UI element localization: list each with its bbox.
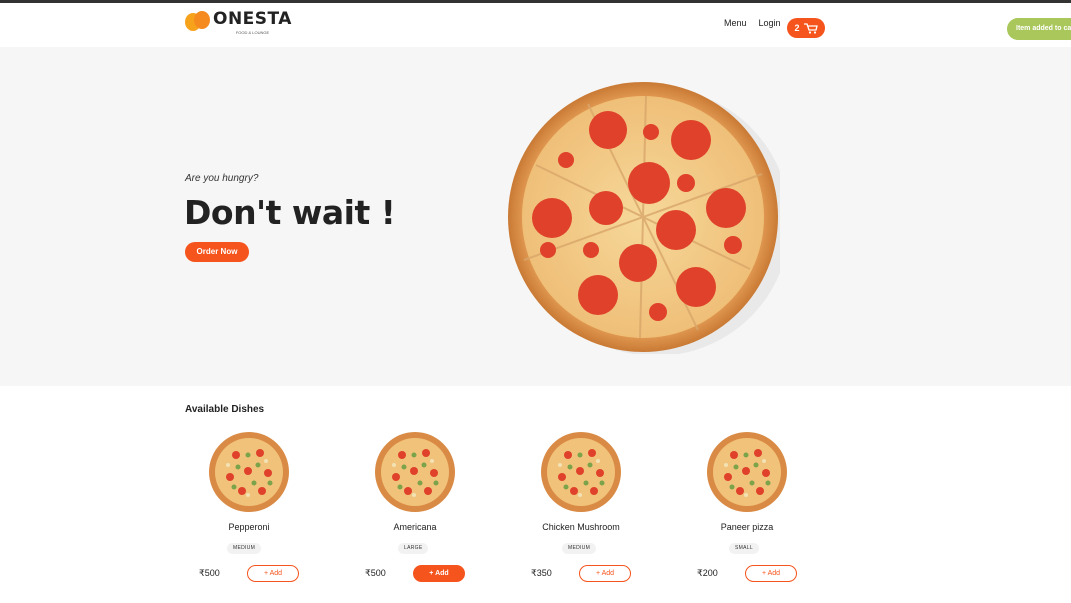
hero-pizza-image [508,82,780,354]
brand-name: ONESTA [213,9,292,29]
dish-price: ₹500 [365,568,386,578]
brand-tagline: FOOD & LOUNGE [235,30,270,35]
nav-menu-link[interactable]: Menu [724,18,747,28]
dish-size-badge: MEDIUM [227,543,262,554]
nav-login-link[interactable]: Login [759,18,781,28]
dish-name: Chicken Mushroom [542,522,620,532]
dish-name: Pepperoni [228,522,270,532]
dish-size-badge: MEDIUM [562,543,597,554]
dish-card: Paneer pizza SMALL ₹200 + Add [683,431,813,591]
dish-image [707,432,787,512]
nav: Menu Login [724,18,793,28]
hero-subtitle: Are you hungry? [185,173,259,184]
dish-card: Chicken Mushroom MEDIUM ₹350 + Add [517,431,647,591]
dish-image [541,432,621,512]
dish-name: Paneer pizza [720,522,774,532]
dish-size-badge: LARGE [398,543,429,554]
dish-image [375,432,455,512]
add-to-cart-button[interactable]: + Add [413,565,465,582]
add-to-cart-button[interactable]: + Add [247,565,299,582]
available-dishes-section: Available Dishes Pepperoni MEDIUM ₹500 + Ad… [0,386,1071,603]
add-to-cart-button[interactable]: + Add [745,565,797,582]
dish-price: ₹350 [531,568,552,578]
header: ONESTA FOOD & LOUNGE Menu Login 2 Item a… [0,3,1071,47]
hero-banner: Are you hungry? Don't wait ! Order Now [0,47,1071,386]
cart-icon [803,22,818,34]
dish-card: Americana LARGE ₹500 + Add [351,431,481,591]
dishes-title: Available Dishes [185,404,265,415]
dish-price: ₹500 [199,568,220,578]
hero-title: Don't wait ! [184,193,396,232]
toast-notification: Item added to cart [1007,18,1071,40]
dish-price: ₹200 [697,568,718,578]
brand-logo[interactable]: ONESTA FOOD & LOUNGE [185,11,292,35]
dish-name: Americana [393,522,437,532]
cart-button[interactable]: 2 [787,18,825,38]
dish-image [209,432,289,512]
cart-count: 2 [794,23,800,33]
dish-size-badge: SMALL [729,543,759,554]
dish-card: Pepperoni MEDIUM ₹500 + Add [185,431,315,591]
add-to-cart-button[interactable]: + Add [579,565,631,582]
logo-icon [185,11,211,33]
order-now-button[interactable]: Order Now [185,242,249,262]
